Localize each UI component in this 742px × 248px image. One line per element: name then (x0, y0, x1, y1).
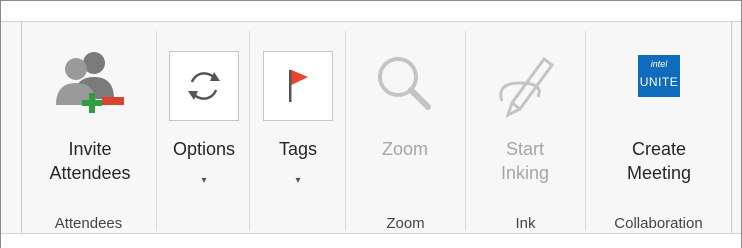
magnifier-icon (370, 49, 440, 124)
tags-label: Tags (258, 137, 338, 161)
ribbon-left-edge (21, 22, 22, 233)
group-label-zoom: Zoom (386, 215, 425, 232)
chevron-down-icon: ▾ (295, 175, 301, 186)
group-label-attendees: Attendees (54, 215, 123, 232)
label-line: Meeting (626, 163, 692, 183)
tags-button[interactable]: Tags ▾ (258, 41, 338, 201)
start-inking-button[interactable]: Start Inking (473, 41, 577, 201)
label-line: Invite (68, 139, 112, 159)
label-line: Options (172, 139, 236, 159)
group-separator (465, 31, 466, 231)
ribbon-bottom-strip (1, 233, 741, 248)
label-line: Zoom (381, 139, 428, 159)
zoom-label: Zoom (353, 137, 457, 161)
logo-brand-text: intel (650, 59, 668, 69)
group-label-collaboration: Collaboration (614, 215, 703, 232)
intel-unite-logo: intel UNITE (638, 55, 680, 97)
ribbon-right-edge (731, 22, 732, 233)
start-inking-label: Start Inking (473, 137, 577, 185)
create-meeting-label: Create Meeting (593, 137, 725, 185)
zoom-button[interactable]: Zoom (353, 41, 457, 201)
group-separator (156, 31, 157, 231)
flag-icon (263, 51, 333, 121)
ribbon-tab-strip (1, 1, 741, 22)
label-line: Tags (278, 139, 318, 159)
label-line: Inking (500, 163, 550, 183)
pen-icon (490, 49, 560, 124)
sync-icon (169, 51, 239, 121)
logo-product-text: UNITE (639, 75, 679, 89)
ribbon-frame: Invite Attendees Options ▾ Tags ▾ Zoom S… (0, 0, 742, 248)
group-separator (249, 31, 250, 231)
group-label-ink: Ink (515, 215, 536, 232)
label-line: Start (505, 139, 544, 159)
group-separator (345, 31, 346, 231)
options-label: Options (164, 137, 244, 161)
group-separator (585, 31, 586, 231)
create-meeting-button[interactable]: intel UNITE Create Meeting (593, 41, 725, 201)
invite-attendees-icon (50, 47, 130, 128)
invite-attendees-label: Invite Attendees (31, 137, 149, 185)
invite-attendees-button[interactable]: Invite Attendees (31, 41, 149, 201)
label-line: Attendees (49, 163, 131, 183)
chevron-down-icon: ▾ (201, 175, 207, 186)
options-button[interactable]: Options ▾ (164, 41, 244, 201)
label-line: Create (631, 139, 687, 159)
